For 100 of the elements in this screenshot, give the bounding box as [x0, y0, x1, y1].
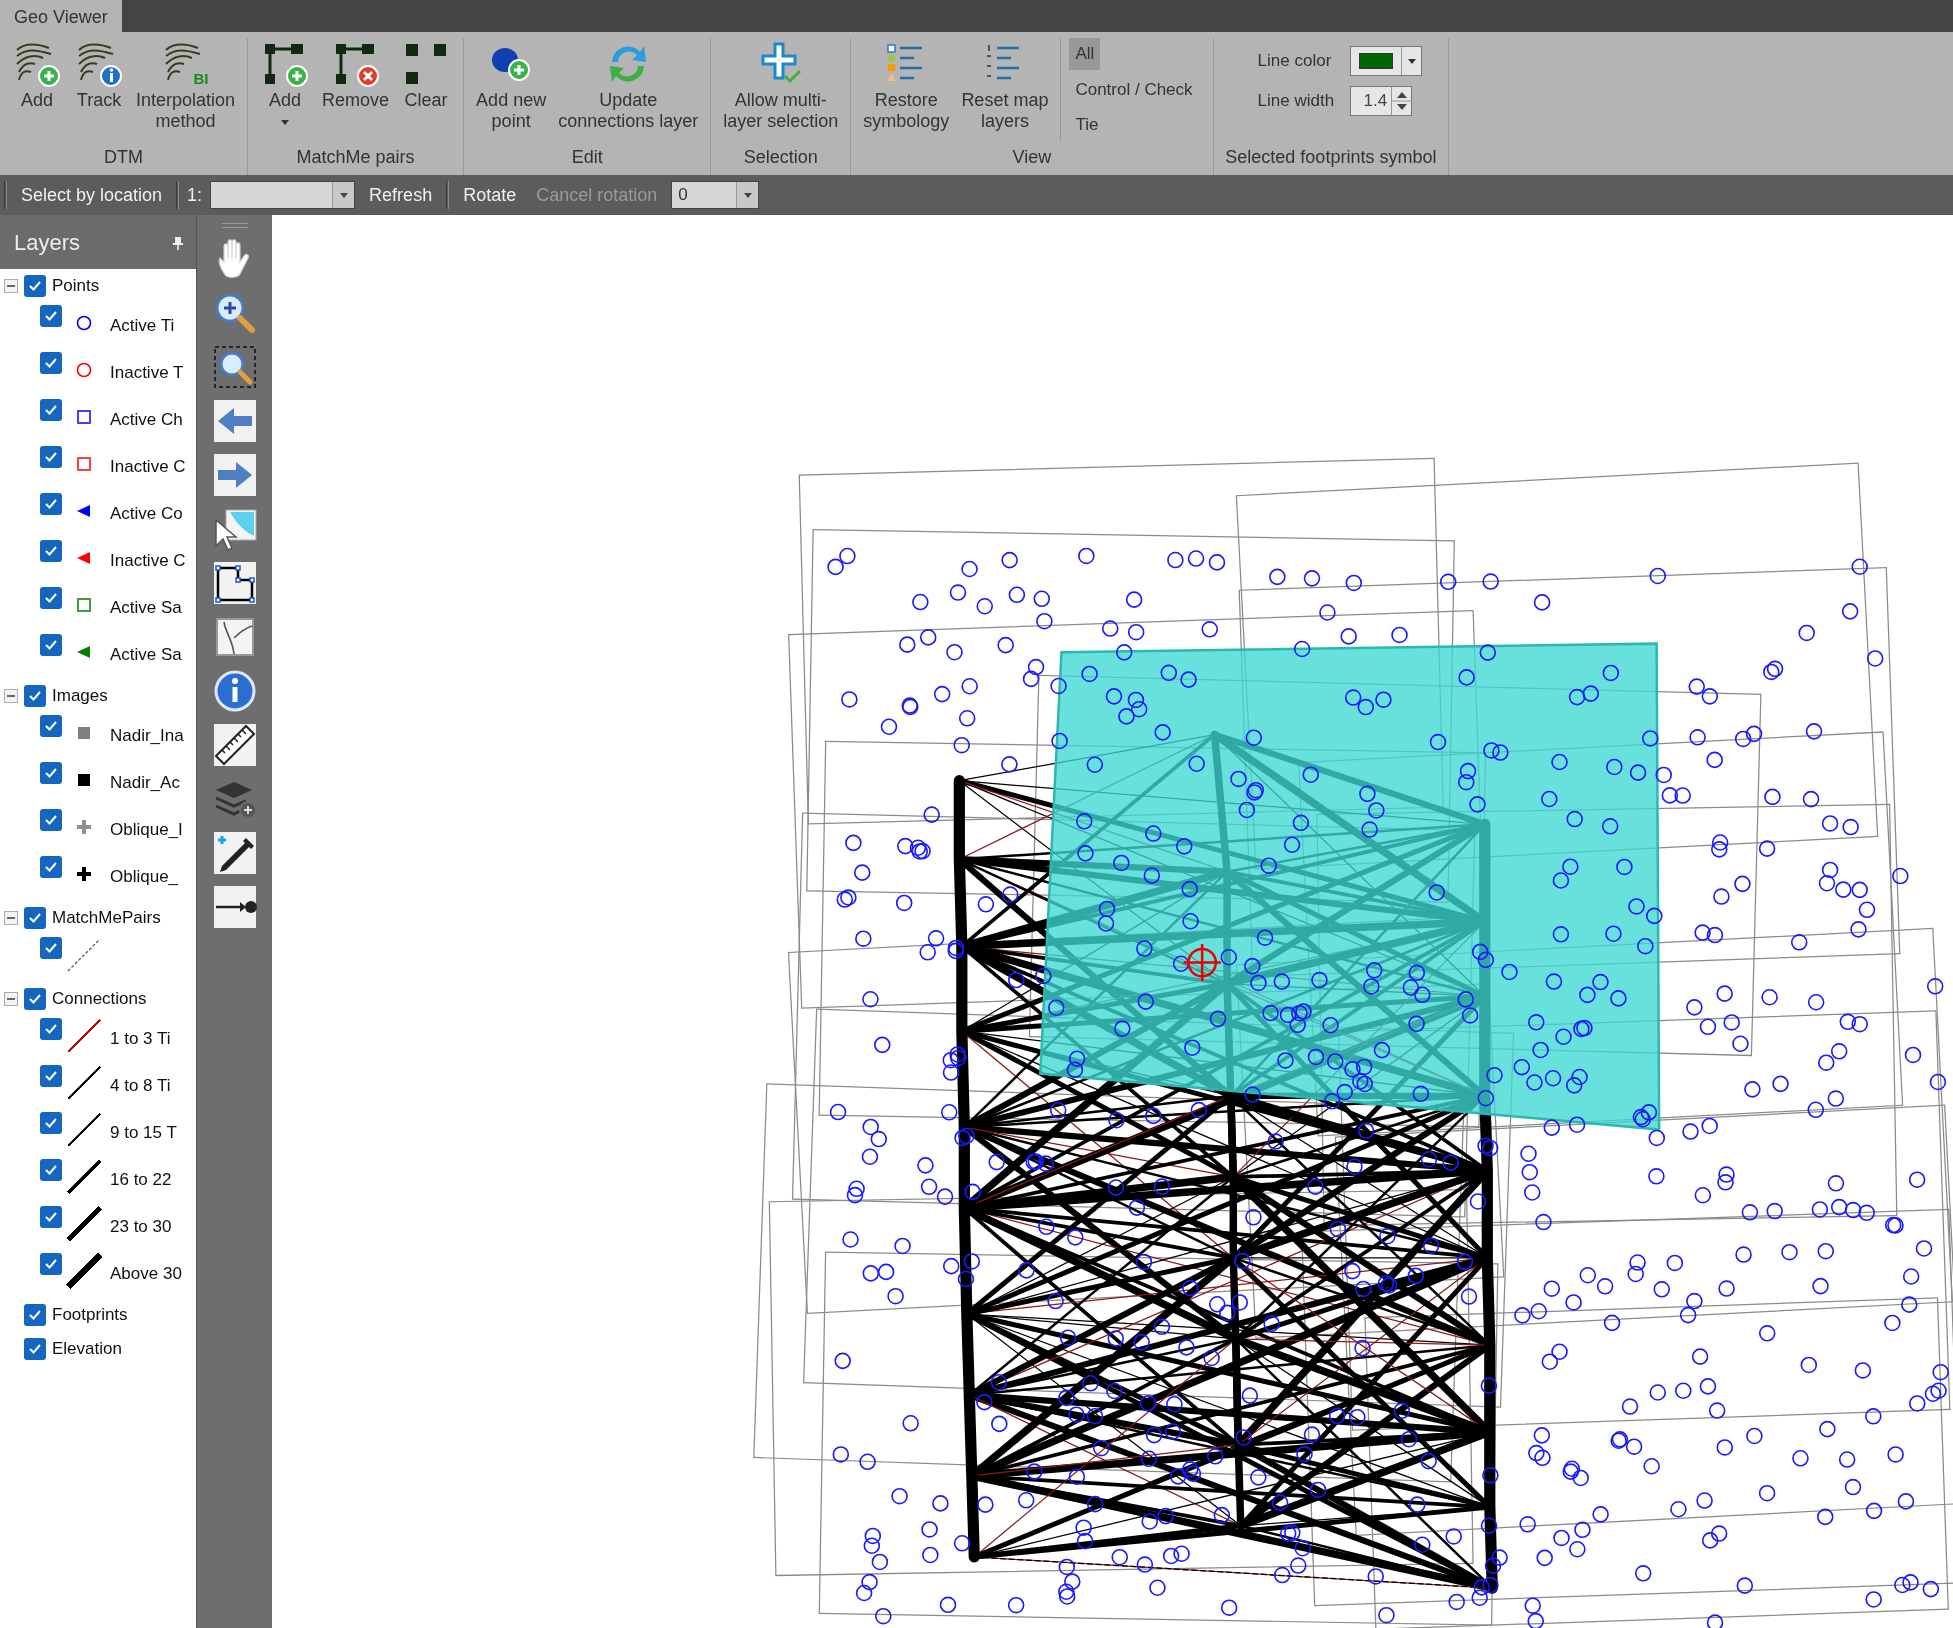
- checkbox[interactable]: [24, 685, 46, 707]
- checkbox[interactable]: [40, 1253, 62, 1275]
- checkbox[interactable]: [40, 587, 62, 609]
- ribbon-button[interactable]: Remove: [318, 38, 394, 112]
- checkbox[interactable]: [40, 715, 62, 737]
- crosshair-icon: [1182, 942, 1223, 983]
- checkbox[interactable]: [24, 1304, 46, 1326]
- ribbon-button[interactable]: Add: [256, 38, 315, 133]
- checkbox[interactable]: [40, 305, 62, 327]
- ribbon-button[interactable]: Clear: [397, 38, 456, 112]
- checkmark-icon: [44, 498, 58, 510]
- checkmark-icon: [28, 993, 42, 1005]
- checkmark-icon: [44, 720, 58, 732]
- rotation-combobox[interactable]: 0: [671, 181, 760, 209]
- selected-footprint[interactable]: [1038, 642, 1661, 1131]
- layer-label: 16 to 22: [110, 1169, 172, 1191]
- layer-group-label: Images: [52, 685, 108, 708]
- layer-group-label: Connections: [52, 988, 147, 1011]
- checkmark-icon: [44, 357, 58, 369]
- collapse-toggle[interactable]: [4, 992, 18, 1006]
- ribbon-button[interactable]: Track: [70, 38, 128, 112]
- layer-label: Oblique_I: [110, 819, 183, 841]
- filter-option[interactable]: Tie: [1069, 109, 1105, 141]
- checkbox[interactable]: [40, 446, 62, 468]
- collapse-toggle[interactable]: [4, 689, 18, 703]
- checkmark-icon: [44, 767, 58, 779]
- checkmark-icon: [28, 1309, 42, 1321]
- ribbon-group-label: DTM: [103, 146, 145, 169]
- rotate-button[interactable]: Rotate: [457, 179, 523, 211]
- pencil-icon[interactable]: [211, 830, 258, 876]
- layer-group-label: Footprints: [52, 1304, 128, 1327]
- checkmark-icon: [44, 1070, 58, 1082]
- layer-label: Nadir_Ac: [110, 772, 180, 794]
- checkbox[interactable]: [40, 762, 62, 784]
- ribbon-group-label: Selected footprints symbol: [1224, 146, 1438, 169]
- layer-group-label: Elevation: [52, 1338, 122, 1361]
- collapse-toggle[interactable]: [4, 911, 18, 925]
- ribbon-button[interactable]: Allow multi- layer selection: [719, 38, 843, 133]
- checkmark-icon: [44, 942, 58, 954]
- ribbon-group-label: Edit: [570, 146, 604, 169]
- checkbox[interactable]: [40, 634, 62, 656]
- checkbox[interactable]: [40, 1018, 62, 1040]
- caret-icon: [1406, 57, 1417, 65]
- pin-icon[interactable]: [172, 235, 184, 250]
- ribbon-button[interactable]: Add: [8, 38, 66, 112]
- ribbon-button[interactable]: Reset map layers: [957, 38, 1053, 133]
- line-width-label: Line width: [1257, 90, 1335, 113]
- zoom-box-icon[interactable]: [211, 344, 258, 390]
- checkbox[interactable]: [40, 1112, 62, 1134]
- layer-label: Above 30: [110, 1263, 182, 1285]
- line-width-spinner[interactable]: 1.4: [1350, 86, 1413, 116]
- refresh-button[interactable]: Refresh: [363, 179, 439, 211]
- checkbox[interactable]: [40, 352, 62, 374]
- layer-label: Active Ti: [110, 315, 175, 337]
- checkbox[interactable]: [40, 399, 62, 421]
- scale-combobox[interactable]: [210, 181, 356, 209]
- layer-label: 9 to 15 T: [110, 1122, 177, 1144]
- checkmark-icon: [28, 912, 42, 924]
- layer-label: Inactive C: [110, 456, 186, 478]
- filter-option[interactable]: Control / Check: [1069, 73, 1199, 105]
- checkbox[interactable]: [40, 540, 62, 562]
- window-title[interactable]: Geo Viewer: [0, 0, 122, 32]
- layer-label: Active Co: [110, 503, 183, 525]
- layer-label: Active Ch: [110, 409, 183, 431]
- ribbon-group-label: View: [1011, 146, 1053, 169]
- collapse-toggle[interactable]: [4, 279, 18, 293]
- layer-label: Active Sa: [110, 597, 182, 619]
- layer-label: 4 to 8 Ti: [110, 1075, 171, 1097]
- checkbox[interactable]: [24, 988, 46, 1010]
- checkmark-icon: [44, 545, 58, 557]
- checkbox[interactable]: [40, 856, 62, 878]
- line-color-picker[interactable]: [1350, 46, 1423, 76]
- checkbox[interactable]: [40, 493, 62, 515]
- checkmark-icon: [44, 1023, 58, 1035]
- vertex-edit-icon[interactable]: [211, 560, 258, 606]
- checkmark-icon: [44, 1258, 58, 1270]
- filter-option[interactable]: All: [1069, 38, 1101, 70]
- caret-icon: [338, 191, 349, 199]
- ribbon-button[interactable]: BI Interpolation method: [132, 38, 240, 133]
- ruler-icon[interactable]: [211, 722, 258, 768]
- checkmark-icon: [44, 451, 58, 463]
- checkbox[interactable]: [40, 1206, 62, 1228]
- ribbon-button[interactable]: Restore symbology: [859, 38, 954, 133]
- checkmark-icon: [28, 690, 42, 702]
- checkbox[interactable]: [40, 937, 62, 959]
- checkmark-icon: [44, 592, 58, 604]
- caret-icon: [742, 191, 753, 199]
- ribbon-group-label: MatchMe pairs: [295, 146, 416, 169]
- arrow-to-point-icon[interactable]: [211, 884, 258, 930]
- checkbox[interactable]: [24, 1338, 46, 1360]
- ribbon-button[interactable]: Update connections layer: [554, 38, 703, 133]
- layer-label: 1 to 3 Ti: [110, 1028, 171, 1050]
- checkbox[interactable]: [24, 907, 46, 929]
- checkbox[interactable]: [40, 1159, 62, 1181]
- ribbon-button[interactable]: Add new point: [472, 38, 551, 133]
- layer-group-label: MatchMePairs: [52, 907, 161, 930]
- select-by-location-button[interactable]: Select by location: [15, 179, 169, 211]
- checkbox[interactable]: [40, 1065, 62, 1087]
- checkbox[interactable]: [40, 809, 62, 831]
- checkbox[interactable]: [24, 275, 46, 297]
